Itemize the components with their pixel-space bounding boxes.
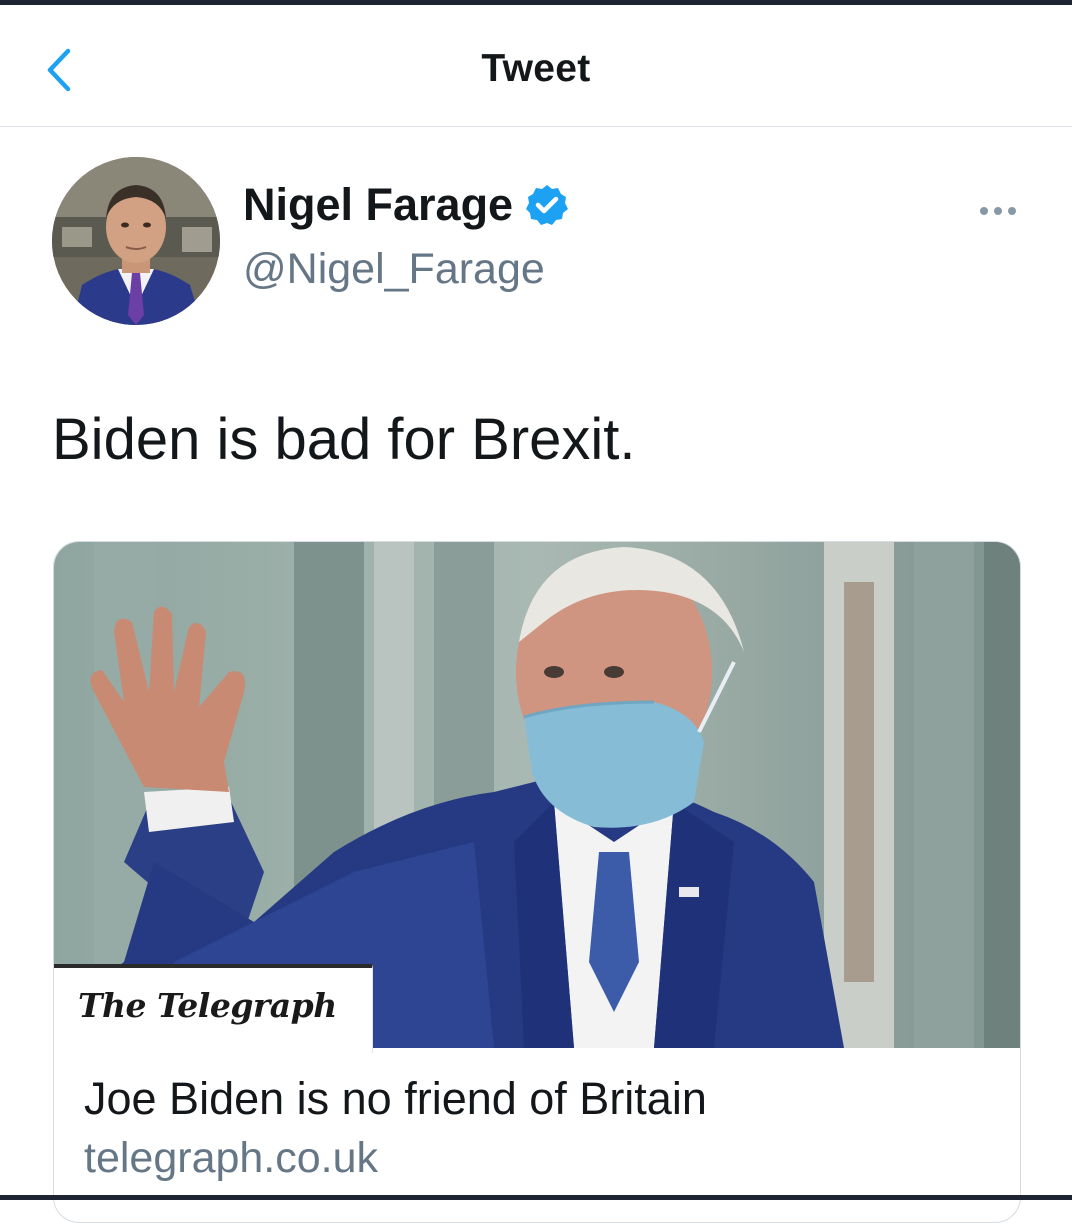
display-name: Nigel Farage (243, 179, 514, 230)
card-title: Joe Biden is no friend of Britain (84, 1073, 707, 1124)
link-card[interactable]: The Telegraph Joe Biden is no friend of … (53, 541, 1021, 1223)
page-title: Tweet (481, 47, 591, 90)
tweet-text: Biden is bad for Brexit. (52, 407, 636, 472)
more-icon (980, 207, 1016, 215)
bottom-bezel (0, 1195, 1072, 1200)
author-handle[interactable]: @Nigel_Farage (243, 248, 545, 291)
author-name[interactable]: Nigel Farage (243, 182, 569, 227)
card-domain: telegraph.co.uk (84, 1134, 379, 1182)
publisher-logo: The Telegraph (54, 964, 373, 1053)
navigation-bar: Tweet (0, 5, 1072, 127)
avatar[interactable] (52, 157, 220, 325)
publisher-logo-text: The Telegraph (78, 986, 337, 1025)
more-options-button[interactable] (970, 196, 1026, 226)
verified-badge-icon (526, 184, 569, 225)
